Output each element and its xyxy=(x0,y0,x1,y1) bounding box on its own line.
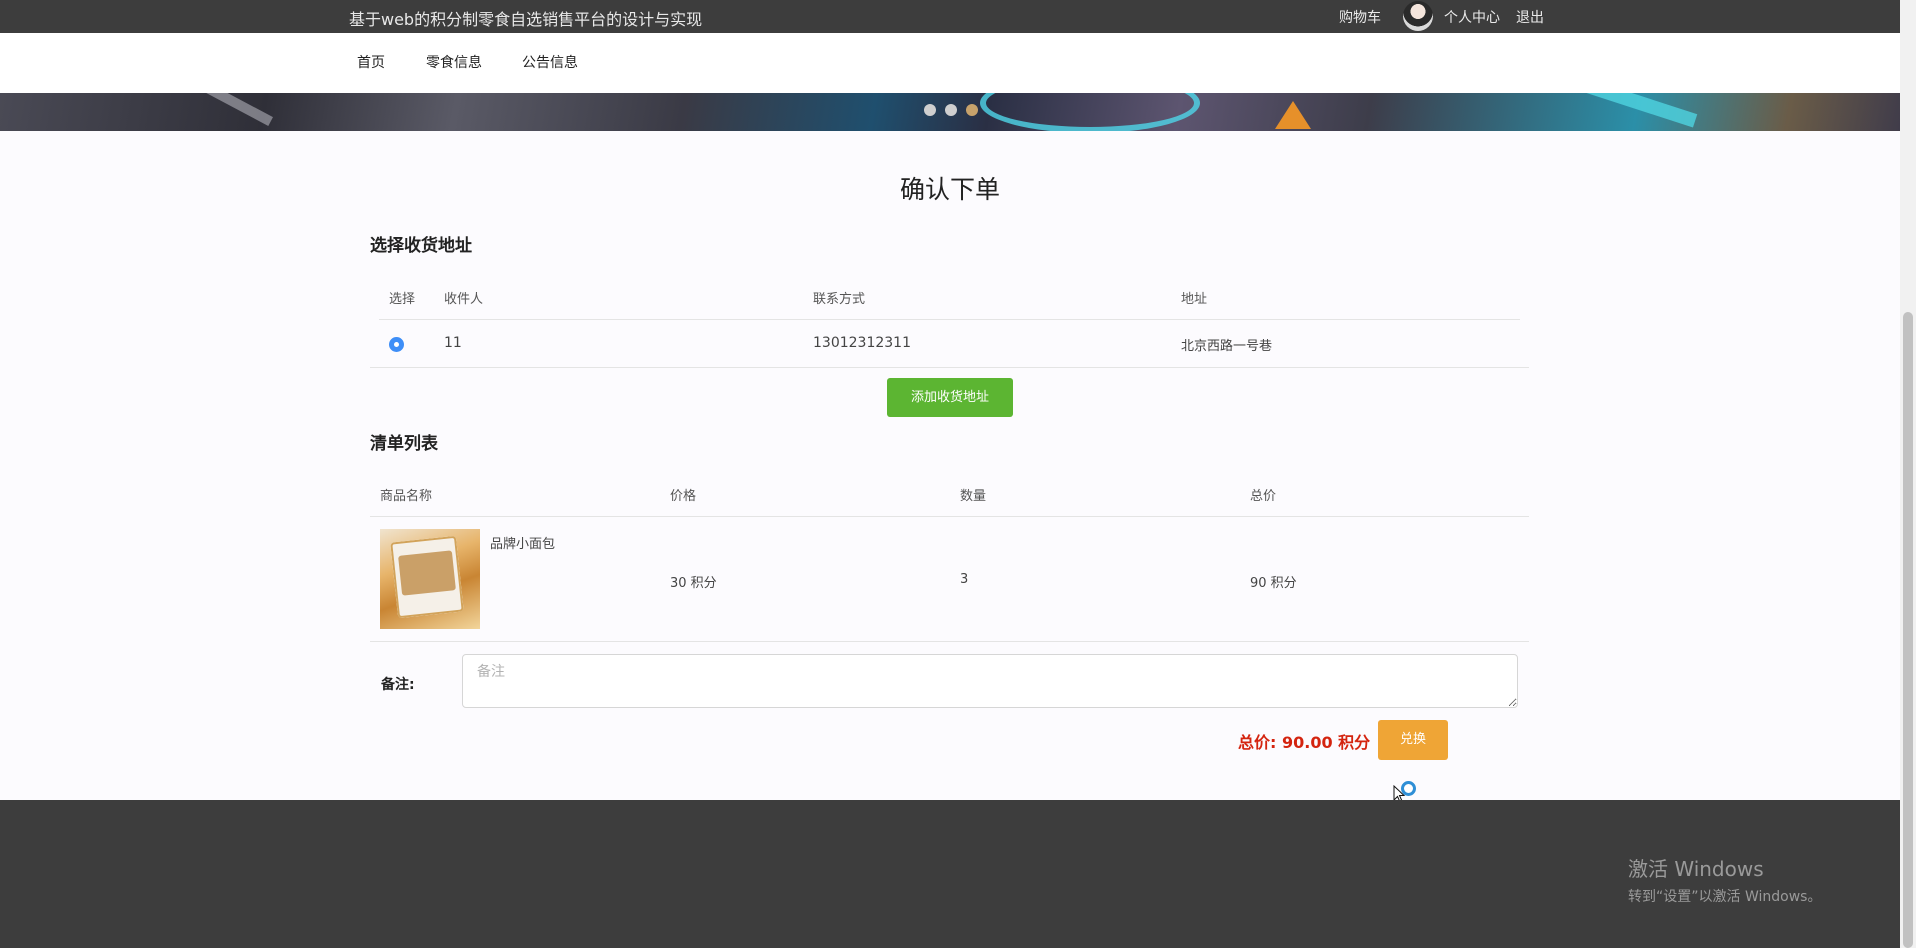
address-col-phone: 联系方式 xyxy=(813,292,866,307)
banner-decoration xyxy=(1275,101,1311,129)
address-col-select: 选择 xyxy=(389,292,416,307)
divider xyxy=(379,319,1520,320)
avatar[interactable] xyxy=(1403,1,1433,31)
site-title: 基于web的积分制零食自选销售平台的设计与实现 xyxy=(349,10,703,29)
address-radio[interactable] xyxy=(389,337,404,352)
windows-activation-watermark: 激活 Windows 转到“设置”以激活 Windows。 xyxy=(1628,853,1821,906)
main-nav: 首页 零食信息 公告信息 xyxy=(0,33,1900,93)
nav-notices[interactable]: 公告信息 xyxy=(522,52,578,72)
divider xyxy=(370,367,1529,368)
address-section-title: 选择收货地址 xyxy=(370,236,472,256)
recipient-cell: 11 xyxy=(444,335,462,351)
page-title: 确认下单 xyxy=(899,175,1000,204)
carousel-dot-1[interactable] xyxy=(924,104,936,116)
order-col-price: 价格 xyxy=(670,489,697,504)
exchange-button[interactable]: 兑换 xyxy=(1378,720,1448,760)
scrollbar-thumb[interactable] xyxy=(1903,312,1913,948)
add-address-button[interactable]: 添加收货地址 xyxy=(887,378,1013,417)
order-col-name: 商品名称 xyxy=(380,489,433,504)
product-subtotal: 90 积分 xyxy=(1250,576,1297,591)
order-total: 总价: 90.00 积分 xyxy=(1238,733,1371,752)
address-col-address: 地址 xyxy=(1181,292,1208,307)
watermark-line-1: 激活 Windows xyxy=(1628,857,1764,881)
product-quantity: 3 xyxy=(960,572,969,587)
footer xyxy=(0,800,1900,948)
banner-decoration xyxy=(1502,93,1698,128)
banner-decoration xyxy=(980,93,1200,131)
order-col-total: 总价 xyxy=(1250,489,1277,504)
carousel-dot-2[interactable] xyxy=(945,104,957,116)
top-bar: 基于web的积分制零食自选销售平台的设计与实现 购物车 个人中心 退出 xyxy=(0,0,1900,33)
divider xyxy=(370,641,1529,642)
order-section-title: 清单列表 xyxy=(370,434,438,454)
carousel-dot-3[interactable] xyxy=(966,104,978,116)
order-col-quantity: 数量 xyxy=(960,489,987,504)
cart-link[interactable]: 购物车 xyxy=(1339,7,1381,27)
product-package-label xyxy=(398,550,456,596)
divider xyxy=(370,516,1529,517)
nav-snacks[interactable]: 零食信息 xyxy=(426,52,482,72)
address-col-recipient: 收件人 xyxy=(444,292,484,307)
product-name[interactable]: 品牌小面包 xyxy=(490,533,555,552)
logout-link[interactable]: 退出 xyxy=(1516,7,1544,27)
watermark-line-2: 转到“设置”以激活 Windows。 xyxy=(1628,889,1822,905)
banner-decoration xyxy=(127,93,273,126)
address-cell: 北京西路一号巷 xyxy=(1181,339,1273,354)
product-price: 30 积分 xyxy=(670,576,717,591)
product-image[interactable] xyxy=(380,529,480,629)
banner-carousel xyxy=(0,93,1900,131)
nav-home[interactable]: 首页 xyxy=(357,52,385,72)
profile-link[interactable]: 个人中心 xyxy=(1444,7,1500,27)
remark-input[interactable] xyxy=(462,654,1518,708)
remark-label: 备注: xyxy=(381,677,415,693)
phone-cell: 13012312311 xyxy=(813,335,911,351)
carousel-indicators xyxy=(924,104,978,116)
